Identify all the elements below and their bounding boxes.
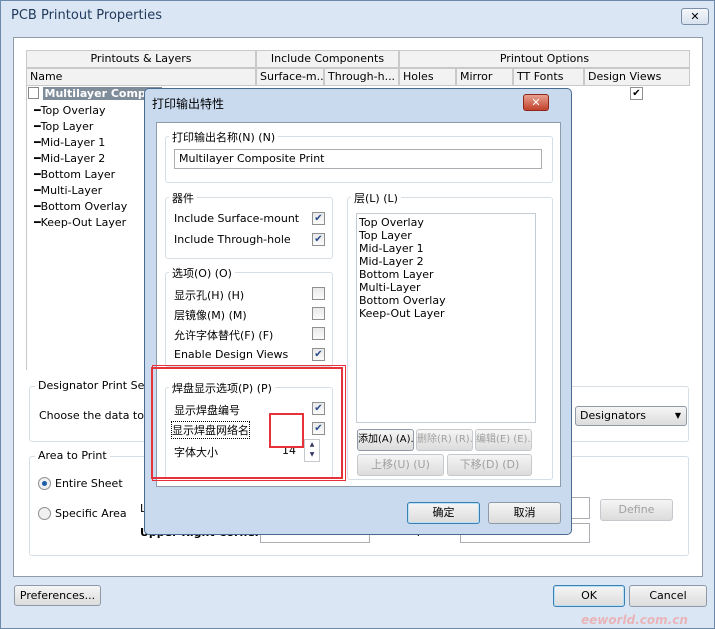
define-button[interactable]: Define xyxy=(600,499,673,521)
dialog-ok-button[interactable]: 确定 xyxy=(407,502,480,524)
layer-list-item[interactable]: Top Layer xyxy=(359,229,533,242)
dialog-title: 打印输出特性 xyxy=(152,97,225,111)
area-group-title: Area to Print xyxy=(35,449,110,462)
designator-choose-label: Choose the data to p xyxy=(39,409,155,422)
layer-item[interactable]: ━Bottom Layer xyxy=(34,167,127,183)
show-holes-checkbox[interactable] xyxy=(312,287,325,300)
name-group: 打印输出名称(N) (N) Multilayer Composite Print xyxy=(165,129,553,183)
components-group: 器件 Include Surface-mount ✔ Include Throu… xyxy=(165,190,333,259)
layer-list-item[interactable]: Mid-Layer 2 xyxy=(359,255,533,268)
layer-list: ━Top Overlay ━Top Layer ━Mid-Layer 1 ━Mi… xyxy=(34,103,127,231)
layer-item[interactable]: ━Multi-Layer xyxy=(34,183,127,199)
design-views-checkbox[interactable]: ✔ xyxy=(630,87,643,100)
specific-area-radio[interactable] xyxy=(38,507,51,520)
mirror-layers-checkbox[interactable] xyxy=(312,307,325,320)
ok-button[interactable]: OK xyxy=(553,585,625,607)
layers-group-title: 层(L) (L) xyxy=(351,190,401,206)
layers-group: 层(L) (L) Top Overlay Top Layer Mid-Layer… xyxy=(347,190,553,480)
designator-group-title: Designator Print Sett xyxy=(35,379,156,392)
options-group: 选项(O) (O) 显示孔(H) (H) 层镜像(M) (M) 允许字体替代(F… xyxy=(165,265,333,367)
document-icon xyxy=(28,87,39,99)
layer-list-item[interactable]: Bottom Layer xyxy=(359,268,533,281)
layer-item[interactable]: ━Mid-Layer 2 xyxy=(34,151,127,167)
enable-design-views-label: Enable Design Views xyxy=(174,348,289,361)
layer-item[interactable]: ━Mid-Layer 1 xyxy=(34,135,127,151)
tree-border xyxy=(26,86,27,370)
layer-item[interactable]: ━Top Overlay xyxy=(34,103,127,119)
show-holes-label: 显示孔(H) (H) xyxy=(174,289,245,302)
add-layer-button[interactable]: 添加(A) (A).. xyxy=(357,429,414,451)
include-surface-label: Include Surface-mount xyxy=(174,212,300,225)
entire-sheet-radio[interactable] xyxy=(38,477,51,490)
highlight-pad-options xyxy=(151,367,343,479)
column-tt-fonts[interactable]: TT Fonts xyxy=(513,68,584,86)
layer-list-item[interactable]: Bottom Overlay xyxy=(359,294,533,307)
column-holes[interactable]: Holes xyxy=(399,68,456,86)
header-include-components: Include Components xyxy=(256,50,399,68)
entire-sheet-label: Entire Sheet xyxy=(55,477,123,490)
font-substitution-checkbox[interactable] xyxy=(312,327,325,340)
printout-row[interactable]: Multilayer Compos xyxy=(28,86,162,102)
move-up-button[interactable]: 上移(U) (U) xyxy=(357,454,444,476)
watermark: eeworld.com.cn xyxy=(581,613,688,627)
dialog-cancel-button[interactable]: 取消 xyxy=(488,502,561,524)
layer-item[interactable]: ━Top Layer xyxy=(34,119,127,135)
mirror-layers-label: 层镜像(M) (M) xyxy=(174,309,247,322)
header-printout-options: Printout Options xyxy=(399,50,690,68)
column-mirror[interactable]: Mirror xyxy=(456,68,513,86)
pcb-printout-properties-window: PCB Printout Properties ✕ Printouts & La… xyxy=(0,0,715,629)
printout-name-input[interactable]: Multilayer Composite Print xyxy=(174,149,542,169)
cancel-button[interactable]: Cancel xyxy=(629,585,707,607)
layer-list-item[interactable]: Keep-Out Layer xyxy=(359,307,533,320)
header-printouts-layers: Printouts & Layers xyxy=(26,50,256,68)
include-surface-checkbox[interactable]: ✔ xyxy=(312,212,325,225)
specific-area-label: Specific Area xyxy=(55,507,127,520)
chevron-down-icon: ▼ xyxy=(674,411,681,420)
column-surface-mount[interactable]: Surface-m... xyxy=(256,68,324,86)
column-name[interactable]: Name xyxy=(26,68,256,86)
font-substitution-label: 允许字体替代(F) (F) xyxy=(174,329,274,342)
include-through-label: Include Through-hole xyxy=(174,233,291,246)
move-down-button[interactable]: 下移(D) (D) xyxy=(447,454,532,476)
column-design-views[interactable]: Design Views xyxy=(584,68,690,86)
components-group-title: 器件 xyxy=(169,190,197,206)
edit-layer-button[interactable]: 编辑(E) (E).. xyxy=(475,429,532,451)
dialog-panel: 打印输出名称(N) (N) Multilayer Composite Print… xyxy=(151,122,561,487)
printout-properties-dialog: 打印输出特性 ✕ 打印输出名称(N) (N) Multilayer Compos… xyxy=(144,88,572,535)
window-close-button[interactable]: ✕ xyxy=(681,8,709,25)
layer-list-item[interactable]: Top Overlay xyxy=(359,216,533,229)
layers-listbox[interactable]: Top Overlay Top Layer Mid-Layer 1 Mid-La… xyxy=(356,213,536,423)
remove-layer-button[interactable]: 删除(R) (R).. xyxy=(416,429,473,451)
include-through-checkbox[interactable]: ✔ xyxy=(312,233,325,246)
column-through-hole[interactable]: Through-h... xyxy=(324,68,399,86)
layer-item[interactable]: ━Keep-Out Layer xyxy=(34,215,127,231)
highlight-font-size xyxy=(269,413,304,448)
window-title: PCB Printout Properties xyxy=(11,8,162,23)
layer-list-item[interactable]: Multi-Layer xyxy=(359,281,533,294)
dialog-close-button[interactable]: ✕ xyxy=(523,94,549,111)
layer-list-item[interactable]: Mid-Layer 1 xyxy=(359,242,533,255)
layer-item[interactable]: ━Bottom Overlay xyxy=(34,199,127,215)
designator-select[interactable]: Designators ▼ xyxy=(575,406,687,426)
name-group-title: 打印输出名称(N) (N) xyxy=(169,129,279,145)
enable-design-views-checkbox[interactable]: ✔ xyxy=(312,348,325,361)
preferences-button[interactable]: Preferences... xyxy=(14,585,101,606)
options-group-title: 选项(O) (O) xyxy=(169,265,235,281)
